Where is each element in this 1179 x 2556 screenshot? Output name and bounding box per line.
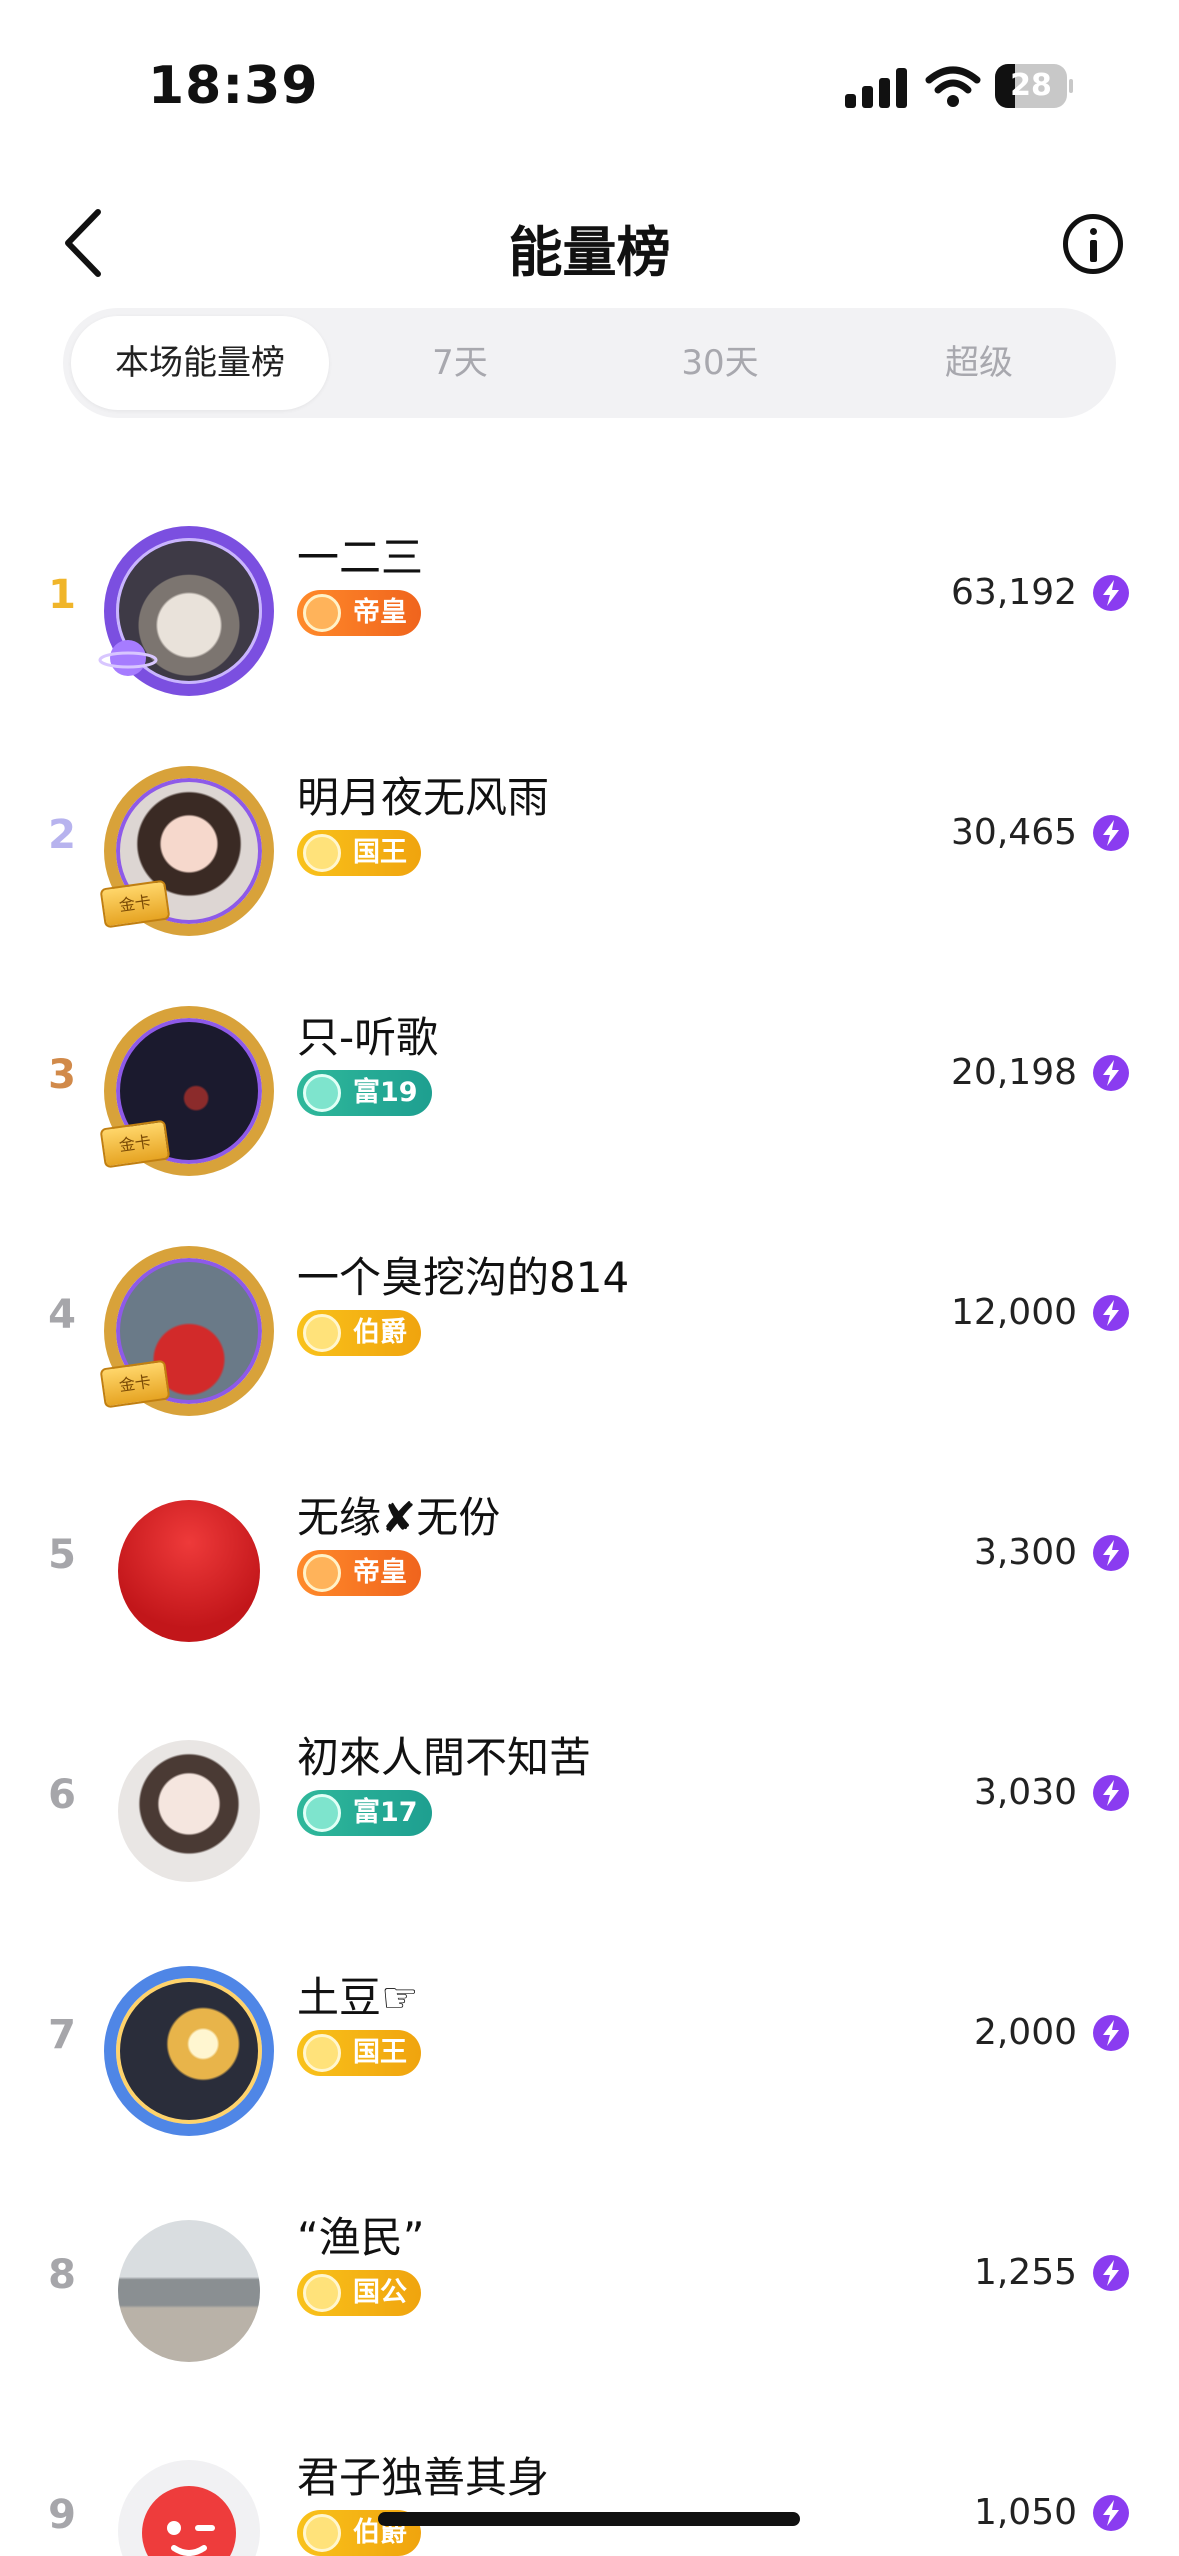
rank-number: 7: [48, 2012, 76, 2058]
rank-number: 2: [48, 812, 76, 858]
avatar[interactable]: 金卡: [98, 1000, 280, 1182]
user-name: 君子独善其身: [297, 2453, 550, 2502]
ranking-row[interactable]: 9 君子独善其身 伯爵 1,050: [0, 2396, 1179, 2556]
count-badge-icon: [303, 1314, 341, 1352]
user-name: 明月夜无风雨: [297, 773, 550, 822]
level-badge: 帝皇: [297, 590, 421, 636]
level-badge: 国王: [297, 830, 421, 876]
energy-icon: [1093, 1055, 1129, 1091]
energy-icon: [1093, 2255, 1129, 2291]
emperor-badge-icon: [303, 1554, 341, 1592]
avatar-frame: [104, 1966, 274, 2136]
energy-icon: [1093, 2495, 1129, 2531]
user-name: 初來人間不知苦: [297, 1733, 592, 1782]
ranking-row[interactable]: 6 初來人間不知苦 富17 3,030: [0, 1676, 1179, 1916]
energy-icon: [1093, 1295, 1129, 1331]
energy-score: 63,192: [951, 572, 1077, 613]
badge-label: 国王: [353, 2037, 407, 2068]
user-name: 土豆☞: [297, 1973, 419, 2022]
ranking-row[interactable]: 3 金卡 只-听歌 富19 20,198: [0, 956, 1179, 1196]
energy-score: 20,198: [951, 1052, 1077, 1093]
badge-label: 帝皇: [353, 1557, 407, 1588]
avatar[interactable]: [98, 1960, 280, 2142]
ranking-row[interactable]: 1 一二三 帝皇 63,192: [0, 476, 1179, 716]
energy-score: 1,255: [973, 2252, 1077, 2293]
rank-number: 5: [48, 1532, 76, 1578]
energy-icon: [1093, 1775, 1129, 1811]
emperor-badge-icon: [303, 594, 341, 632]
level-badge: 帝皇: [297, 1550, 421, 1596]
level-badge: 富19: [297, 1070, 432, 1116]
energy-score: 12,000: [951, 1292, 1077, 1333]
level-badge: 国王: [297, 2030, 421, 2076]
avatar[interactable]: 金卡: [98, 1240, 280, 1422]
king-badge-icon: [303, 834, 341, 872]
avatar[interactable]: [98, 520, 280, 702]
avatar[interactable]: [98, 2440, 280, 2556]
planet-ornament-icon: [98, 640, 158, 676]
avatar[interactable]: [98, 1480, 280, 1662]
wealth-badge-icon: [303, 1794, 341, 1832]
user-name: 一个臭挖沟的814: [297, 1253, 630, 1302]
energy-icon: [1093, 575, 1129, 611]
energy-ranking-screen: 18:39 28 能量榜 本场能量榜 7天 30天 超级 1 一二三 帝皇 63…: [0, 0, 1179, 2556]
user-name: 一二三: [297, 533, 424, 582]
badge-label: 富17: [353, 1797, 418, 1828]
energy-icon: [1093, 2015, 1129, 2051]
user-name: “渔民”: [297, 2213, 425, 2262]
energy-score: 3,300: [973, 1532, 1077, 1573]
energy-score: 1,050: [973, 2492, 1077, 2533]
badge-label: 帝皇: [353, 597, 407, 628]
ranking-row[interactable]: 7 土豆☞ 国王 2,000: [0, 1916, 1179, 2156]
energy-score: 2,000: [973, 2012, 1077, 2053]
ranking-row[interactable]: 4 金卡 一个臭挖沟的814 伯爵 12,000: [0, 1196, 1179, 1436]
badge-label: 富19: [353, 1077, 418, 1108]
duke-badge-icon: [303, 2274, 341, 2312]
red-wink-avatar-icon: [142, 2486, 236, 2556]
energy-score: 3,030: [973, 1772, 1077, 1813]
ranking-row[interactable]: 8 “渔民” 国公 1,255: [0, 2156, 1179, 2396]
avatar[interactable]: [98, 1720, 280, 1902]
rank-number: 9: [48, 2492, 76, 2538]
user-name: 无缘✘无份: [297, 1493, 501, 1542]
avatar[interactable]: [98, 2200, 280, 2382]
user-name: 只-听歌: [297, 1013, 439, 1062]
ranking-list: 1 一二三 帝皇 63,192 2 金卡 明月夜无风雨 国王 30,465 3 …: [0, 0, 1179, 2556]
energy-icon: [1093, 815, 1129, 851]
energy-icon: [1093, 1535, 1129, 1571]
badge-label: 国王: [353, 837, 407, 868]
home-indicator[interactable]: [378, 2512, 800, 2526]
level-badge: 国公: [297, 2270, 421, 2316]
wealth-badge-icon: [303, 1074, 341, 1112]
level-badge: 伯爵: [297, 1310, 421, 1356]
count-badge-icon: [303, 2514, 341, 2552]
king-badge-icon: [303, 2034, 341, 2072]
level-badge: 富17: [297, 1790, 432, 1836]
avatar[interactable]: 金卡: [98, 760, 280, 942]
rank-number: 4: [48, 1292, 76, 1338]
ranking-row[interactable]: 2 金卡 明月夜无风雨 国王 30,465: [0, 716, 1179, 956]
badge-label: 国公: [353, 2277, 407, 2308]
rank-number: 3: [48, 1052, 76, 1098]
rank-number: 1: [48, 572, 76, 618]
badge-label: 伯爵: [353, 1317, 407, 1348]
ranking-row[interactable]: 5 无缘✘无份 帝皇 3,300: [0, 1436, 1179, 1676]
rank-number: 6: [48, 1772, 76, 1818]
energy-score: 30,465: [951, 812, 1077, 853]
rank-number: 8: [48, 2252, 76, 2298]
